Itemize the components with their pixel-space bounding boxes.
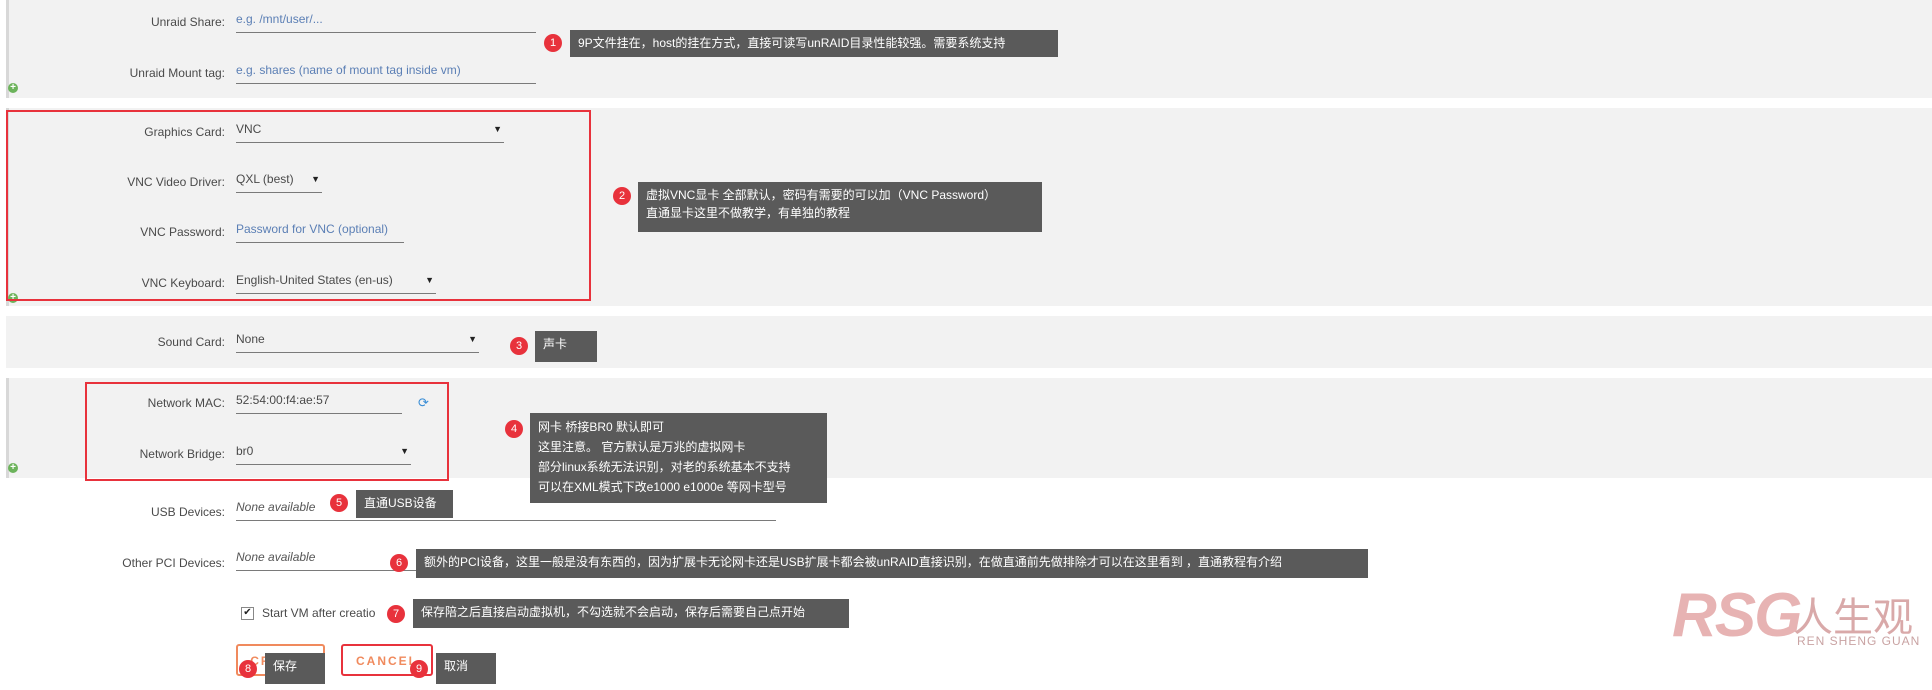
pci-devices-label: Other PCI Devices: xyxy=(122,556,225,570)
annotation-tooltip: 直通USB设备 xyxy=(356,490,453,518)
annotation-tooltip: 取消 xyxy=(436,653,496,684)
annotation-tooltip: 保存 xyxy=(265,653,325,684)
annotation-number: 8 xyxy=(239,660,257,678)
annotation-number: 7 xyxy=(387,605,405,623)
annotation-tooltip: 额外的PCI设备，这里一般是没有东西的，因为扩展卡无论网卡还是USB扩展卡都会被… xyxy=(416,549,1368,578)
annotation-text: 这里注意。 官方默认是万兆的虚拟网卡 xyxy=(538,440,746,454)
annotation-tooltip: 9P文件挂在，host的挂在方式，直接可读写unRAID目录性能较强。需要系统支… xyxy=(570,30,1058,57)
annotation-text: 虚拟VNC显卡 全部默认，密码有需要的可以加（VNC Password） xyxy=(646,188,997,202)
annotation-number: 1 xyxy=(544,34,562,52)
annotation-tooltip: 网卡 桥接BR0 默认即可 这里注意。 官方默认是万兆的虚拟网卡 部分linux… xyxy=(530,413,827,503)
pci-devices-value: None available xyxy=(236,550,316,564)
mount-tag-input[interactable]: e.g. shares (name of mount tag inside vm… xyxy=(236,63,536,84)
annotation-number: 5 xyxy=(330,494,348,512)
usb-devices-label: USB Devices: xyxy=(150,505,225,519)
annotation-text: 可以在XML模式下改e1000 e1000e 等网卡型号 xyxy=(538,480,787,494)
mount-tag-label: Unraid Mount tag: xyxy=(129,66,225,80)
chevron-down-icon: ▼ xyxy=(468,334,477,344)
annotation-tooltip: 声卡 xyxy=(535,331,597,362)
graphics-highlight-box xyxy=(6,110,591,301)
annotation-text: 保存 xyxy=(273,659,298,673)
annotation-text: 保存陪之后直接启动虚拟机，不勾选就不会启动，保存后需要自己点开始 xyxy=(421,605,806,619)
watermark-logo: RSG xyxy=(1672,581,1802,650)
sound-card-label: Sound Card: xyxy=(157,335,225,349)
annotation-number: 2 xyxy=(613,187,631,205)
annotation-text: 声卡 xyxy=(543,337,568,351)
sound-card-value: None xyxy=(236,332,265,346)
annotation-tooltip: 虚拟VNC显卡 全部默认，密码有需要的可以加（VNC Password） 直通显… xyxy=(638,182,1042,232)
add-share-icon[interactable]: + xyxy=(8,83,18,93)
annotation-text: 部分linux系统无法识别，对老的系统基本不支持 xyxy=(538,460,791,474)
annotation-text: 额外的PCI设备，这里一般是没有东西的，因为扩展卡无论网卡还是USB扩展卡都会被… xyxy=(424,555,1283,569)
network-highlight-box xyxy=(85,382,449,481)
mount-tag-placeholder: e.g. shares (name of mount tag inside vm… xyxy=(236,63,461,77)
annotation-text: 9P文件挂在，host的挂在方式，直接可读写unRAID目录性能较强。需要系统支… xyxy=(578,36,1006,50)
unraid-share-input[interactable]: e.g. /mnt/user/... xyxy=(236,12,536,33)
annotation-number: 9 xyxy=(410,660,428,678)
annotation-text: 取消 xyxy=(444,659,469,673)
add-network-icon[interactable]: + xyxy=(8,463,18,473)
annotation-number: 6 xyxy=(390,554,408,572)
annotation-text: 网卡 桥接BR0 默认即可 xyxy=(538,420,665,434)
sound-card-select[interactable]: None ▼ xyxy=(236,332,479,353)
annotation-text: 直通显卡这里不做教学，有单独的教程 xyxy=(646,206,851,220)
unraid-share-placeholder: e.g. /mnt/user/... xyxy=(236,12,323,26)
watermark-en: REN SHENG GUAN xyxy=(1797,634,1921,648)
start-vm-checkbox[interactable]: ✔ xyxy=(241,607,254,620)
annotation-tooltip: 保存陪之后直接启动虚拟机，不勾选就不会启动，保存后需要自己点开始 xyxy=(413,599,849,628)
start-vm-label: Start VM after creatio xyxy=(262,606,376,620)
usb-devices-value: None available xyxy=(236,500,316,514)
annotation-text: 直通USB设备 xyxy=(364,496,437,510)
annotation-number: 3 xyxy=(510,337,528,355)
unraid-share-label: Unraid Share: xyxy=(150,15,225,29)
annotation-number: 4 xyxy=(505,420,523,438)
usb-devices-field: None available xyxy=(236,500,776,521)
